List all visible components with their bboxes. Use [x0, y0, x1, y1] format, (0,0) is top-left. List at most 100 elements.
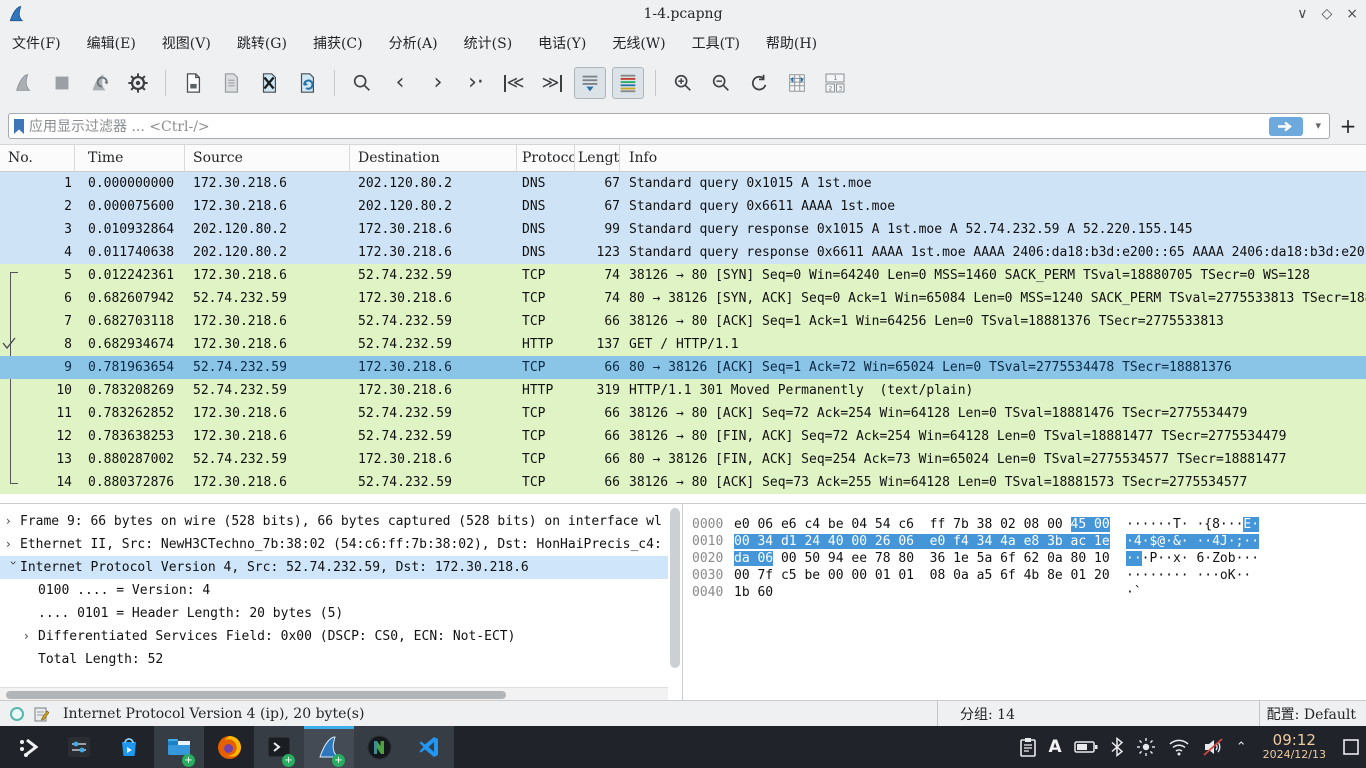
open-file-button[interactable]: [177, 67, 209, 99]
packet-row-2[interactable]: 20.000075600172.30.218.6202.120.80.2DNS6…: [0, 195, 1366, 218]
hex-row-0040[interactable]: 00401b 60·`: [684, 584, 1366, 601]
column-header-info[interactable]: Info: [620, 144, 1366, 172]
taskbar-neovim[interactable]: [354, 726, 404, 768]
maximize-button[interactable]: ◇: [1321, 6, 1332, 22]
menu-item-0[interactable]: 文件(F): [12, 33, 61, 53]
stop-capture-button[interactable]: [46, 67, 78, 99]
zoom-reset-button[interactable]: [743, 67, 775, 99]
packet-row-14[interactable]: 140.880372876172.30.218.652.74.232.59TCP…: [0, 471, 1366, 494]
auto-scroll-button[interactable]: [574, 67, 606, 99]
packet-row-11[interactable]: 110.783262852172.30.218.652.74.232.59TCP…: [0, 402, 1366, 425]
filter-dropdown-caret[interactable]: ▾: [1315, 119, 1321, 132]
detail-line-2[interactable]: ›Internet Protocol Version 4, Src: 52.74…: [0, 556, 668, 579]
menu-item-10[interactable]: 帮助(H): [766, 33, 817, 53]
menu-item-9[interactable]: 工具(T): [692, 33, 740, 53]
bluetooth-icon[interactable]: [1110, 737, 1124, 757]
brightness-icon[interactable]: [1136, 737, 1156, 757]
taskbar-terminal[interactable]: +: [254, 726, 304, 768]
packet-row-9[interactable]: 90.78196365452.74.232.59172.30.218.6TCP6…: [0, 356, 1366, 379]
taskbar-firefox[interactable]: [204, 726, 254, 768]
menu-item-5[interactable]: 分析(A): [389, 33, 438, 53]
hex-row-0020[interactable]: 0020da 06 00 50 94 ee 78 80 36 1e 5a 6f …: [684, 550, 1366, 567]
column-header-time[interactable]: Time: [75, 144, 185, 172]
hex-row-0030[interactable]: 003000 7f c5 be 00 00 01 01 08 0a a5 6f …: [684, 567, 1366, 584]
details-horizontal-scrollbar[interactable]: [0, 687, 668, 701]
packet-row-4[interactable]: 40.011740638202.120.80.2172.30.218.6DNS1…: [0, 241, 1366, 264]
go-to-packet-button[interactable]: ›·: [460, 67, 492, 99]
save-file-button[interactable]: [215, 67, 247, 99]
capture-comment-icon[interactable]: [34, 706, 49, 722]
detail-line-6[interactable]: Total Length: 52: [0, 648, 668, 671]
menu-item-1[interactable]: 编辑(E): [87, 33, 136, 53]
menu-item-7[interactable]: 电话(Y): [538, 33, 586, 53]
detail-line-5[interactable]: ›Differentiated Services Field: 0x00 (DS…: [0, 625, 668, 648]
volume-muted-icon[interactable]: [1202, 737, 1224, 757]
expander-icon[interactable]: ›: [6, 533, 20, 556]
packet-row-7[interactable]: 70.682703118172.30.218.652.74.232.59TCP6…: [0, 310, 1366, 333]
packet-row-1[interactable]: 10.000000000172.30.218.6202.120.80.2DNS6…: [0, 172, 1366, 195]
layout-button[interactable]: 123: [819, 67, 851, 99]
taskbar-file-manager[interactable]: +: [154, 726, 204, 768]
column-header-no[interactable]: No.: [0, 144, 75, 172]
column-header-source[interactable]: Source: [185, 144, 350, 172]
reload-file-button[interactable]: [291, 67, 323, 99]
taskbar-vscode[interactable]: [404, 726, 454, 768]
expand-tray-icon[interactable]: ⌃: [1236, 740, 1247, 755]
packet-row-6[interactable]: 60.68260794252.74.232.59172.30.218.6TCP7…: [0, 287, 1366, 310]
display-filter-input[interactable]: 应用显示过滤器 ... <Ctrl-/> ▾: [8, 113, 1330, 139]
scrollbar-thumb[interactable]: [6, 691, 506, 699]
hex-row-0010[interactable]: 001000 34 d1 24 40 00 26 06 e0 f4 34 4a …: [684, 533, 1366, 550]
packet-row-10[interactable]: 100.78320826952.74.232.59172.30.218.6HTT…: [0, 379, 1366, 402]
capture-options-button[interactable]: [122, 67, 154, 99]
show-desktop-icon[interactable]: [1342, 738, 1360, 756]
profile-label[interactable]: 配置: Default: [1267, 707, 1356, 723]
column-header-protocol[interactable]: Protocol: [517, 144, 575, 172]
go-back-button[interactable]: ‹: [384, 67, 416, 99]
battery-icon[interactable]: [1074, 739, 1098, 755]
expander-icon[interactable]: ›: [2, 561, 25, 575]
start-capture-button[interactable]: [8, 67, 40, 99]
taskbar-discover[interactable]: [104, 726, 154, 768]
keyboard-layout-icon[interactable]: A: [1049, 737, 1062, 757]
close-button[interactable]: ×: [1346, 6, 1358, 22]
clock[interactable]: 09:12 2024/12/13: [1263, 732, 1326, 762]
menu-item-3[interactable]: 跳转(G): [237, 33, 287, 53]
close-file-button[interactable]: [253, 67, 285, 99]
expander-icon[interactable]: ›: [6, 510, 20, 533]
packet-row-12[interactable]: 120.783638253172.30.218.652.74.232.59TCP…: [0, 425, 1366, 448]
packet-row-5[interactable]: 50.012242361172.30.218.652.74.232.59TCP7…: [0, 264, 1366, 287]
taskbar-system-settings[interactable]: [54, 726, 104, 768]
detail-line-4[interactable]: .... 0101 = Header Length: 20 bytes (5): [0, 602, 668, 625]
resize-columns-button[interactable]: [781, 67, 813, 99]
zoom-in-button[interactable]: [667, 67, 699, 99]
menu-item-6[interactable]: 统计(S): [464, 33, 513, 53]
column-header-destination[interactable]: Destination: [350, 144, 517, 172]
packet-row-8[interactable]: 80.682934674172.30.218.652.74.232.59HTTP…: [0, 333, 1366, 356]
detail-line-0[interactable]: ›Frame 9: 66 bytes on wire (528 bits), 6…: [0, 510, 668, 533]
taskbar-app-launcher[interactable]: [4, 726, 54, 768]
details-vertical-scrollbar[interactable]: [670, 508, 680, 668]
find-packet-button[interactable]: [346, 67, 378, 99]
detail-line-3[interactable]: 0100 .... = Version: 4: [0, 579, 668, 602]
filter-bookmark-icon[interactable]: [13, 118, 25, 135]
expander-icon[interactable]: ›: [24, 625, 38, 648]
colorize-button[interactable]: [612, 67, 644, 99]
go-first-packet-button[interactable]: ≪: [498, 67, 530, 99]
minimize-button[interactable]: ∨: [1297, 6, 1307, 22]
go-forward-button[interactable]: ›: [422, 67, 454, 99]
taskbar-wireshark[interactable]: +: [304, 726, 354, 768]
apply-filter-button[interactable]: [1269, 117, 1303, 136]
zoom-out-button[interactable]: [705, 67, 737, 99]
hex-row-0000[interactable]: 0000e0 06 e6 c4 be 04 54 c6 ff 7b 38 02 …: [684, 516, 1366, 533]
menu-item-4[interactable]: 捕获(C): [313, 33, 363, 53]
go-last-packet-button[interactable]: ≫: [536, 67, 568, 99]
clipboard-icon[interactable]: [1019, 737, 1037, 757]
detail-line-1[interactable]: ›Ethernet II, Src: NewH3CTechno_7b:38:02…: [0, 533, 668, 556]
menu-item-2[interactable]: 视图(V): [162, 33, 211, 53]
packet-row-13[interactable]: 130.88028700252.74.232.59172.30.218.6TCP…: [0, 448, 1366, 471]
restart-capture-button[interactable]: [84, 67, 116, 99]
column-header-length[interactable]: Length: [575, 144, 620, 172]
menu-item-8[interactable]: 无线(W): [612, 33, 665, 53]
expert-info-icon[interactable]: [10, 707, 24, 721]
add-filter-button[interactable]: +: [1338, 114, 1358, 138]
